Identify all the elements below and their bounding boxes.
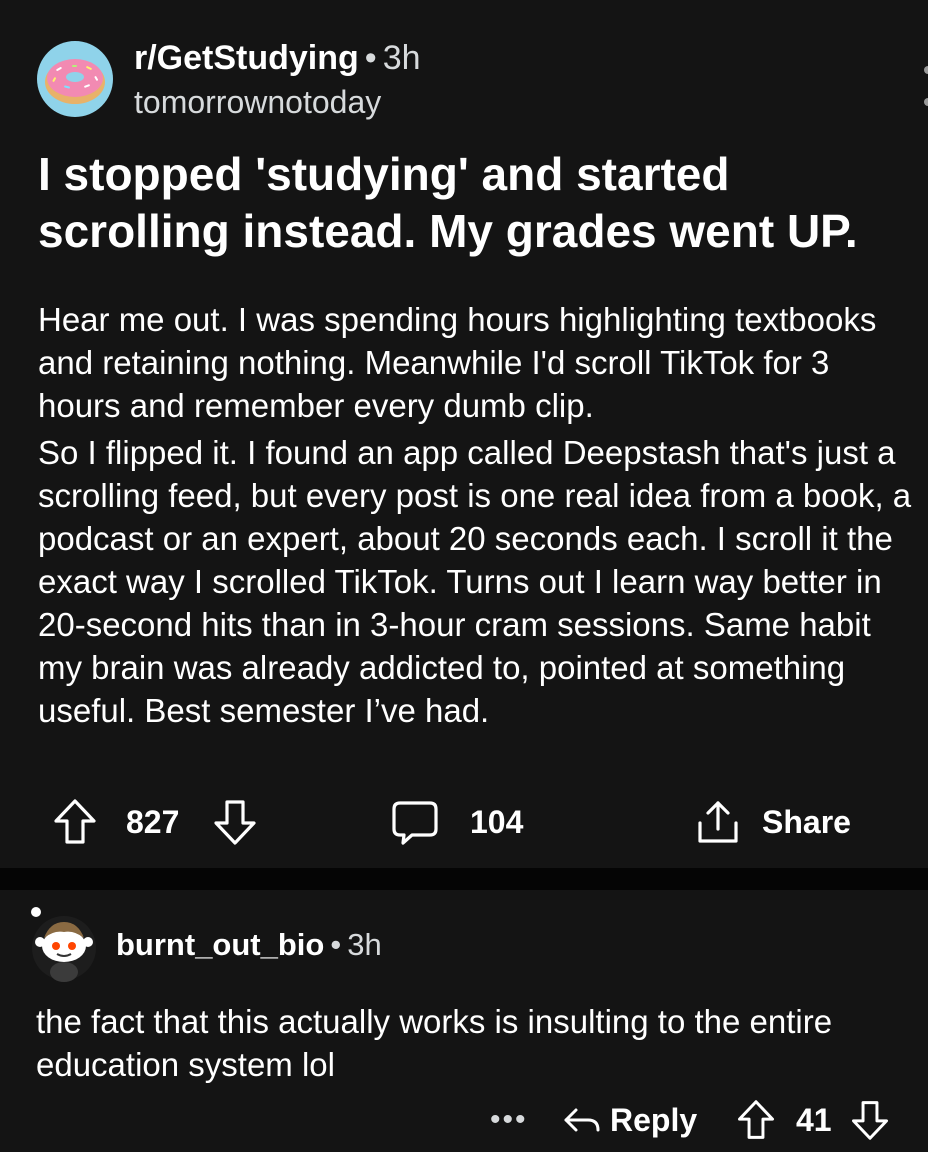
- commenter-avatar[interactable]: [26, 902, 98, 982]
- comments-button[interactable]: [390, 790, 440, 854]
- comment-card: burnt_out_bio • 3h the fact that this actu…: [0, 890, 928, 1152]
- subreddit-avatar[interactable]: [36, 40, 114, 118]
- arrow-up-icon: [54, 799, 96, 844]
- comment-count: 104: [470, 804, 524, 840]
- post-meta: r/GetStudying • 3h: [134, 36, 421, 80]
- post-time: 3h: [382, 39, 421, 77]
- donut-avatar-icon: [37, 41, 113, 117]
- share-button[interactable]: Share: [694, 790, 851, 854]
- arrow-down-icon: [852, 1101, 888, 1140]
- post-body-paragraph: Hear me out. I was spending hours highli…: [38, 301, 877, 424]
- upvote-button[interactable]: [52, 790, 98, 854]
- comment-downvote-button[interactable]: [850, 1090, 890, 1150]
- comment-meta: burnt_out_bio • 3h: [116, 924, 382, 966]
- arrow-up-icon: [738, 1100, 774, 1139]
- post-card: r/GetStudying • 3h tomorrownotoday I stopp…: [0, 0, 928, 868]
- comment-action-bar: ••• Reply 41: [0, 1090, 928, 1150]
- downvote-button[interactable]: [212, 790, 258, 854]
- reply-arrow-icon: [564, 1108, 600, 1132]
- post-title[interactable]: I stopped 'studying' and started scrolli…: [38, 146, 908, 260]
- comment-upvote-button[interactable]: [736, 1090, 776, 1150]
- comment-bubble-icon: [392, 801, 438, 845]
- section-divider: [0, 868, 928, 890]
- comment-author[interactable]: burnt_out_bio: [116, 927, 324, 962]
- meta-separator: •: [330, 927, 342, 962]
- reply-button[interactable]: Reply: [562, 1090, 697, 1150]
- snoo-avatar-icon: [31, 907, 96, 982]
- comment-text: the fact that this actually works is ins…: [36, 1003, 833, 1083]
- meta-separator: •: [364, 39, 377, 77]
- subreddit-name[interactable]: r/GetStudying: [134, 39, 359, 77]
- share-icon: [698, 801, 738, 843]
- comment-more-button[interactable]: •••: [490, 1090, 528, 1150]
- post-body: Hear me out. I was spending hours highli…: [38, 298, 913, 732]
- post-body-paragraph: So I flipped it. I found an app called D…: [38, 434, 912, 729]
- arrow-down-icon: [214, 800, 256, 845]
- post-action-bar: 827 104 Share: [0, 790, 928, 854]
- more-options-icon[interactable]: [914, 50, 928, 120]
- share-label: Share: [762, 804, 851, 840]
- post-author[interactable]: tomorrownotoday: [134, 80, 381, 124]
- comment-vote-count: 41: [796, 1102, 832, 1138]
- upvote-count: 827: [126, 804, 180, 840]
- comment-time: 3h: [347, 927, 382, 962]
- reply-label: Reply: [610, 1102, 698, 1138]
